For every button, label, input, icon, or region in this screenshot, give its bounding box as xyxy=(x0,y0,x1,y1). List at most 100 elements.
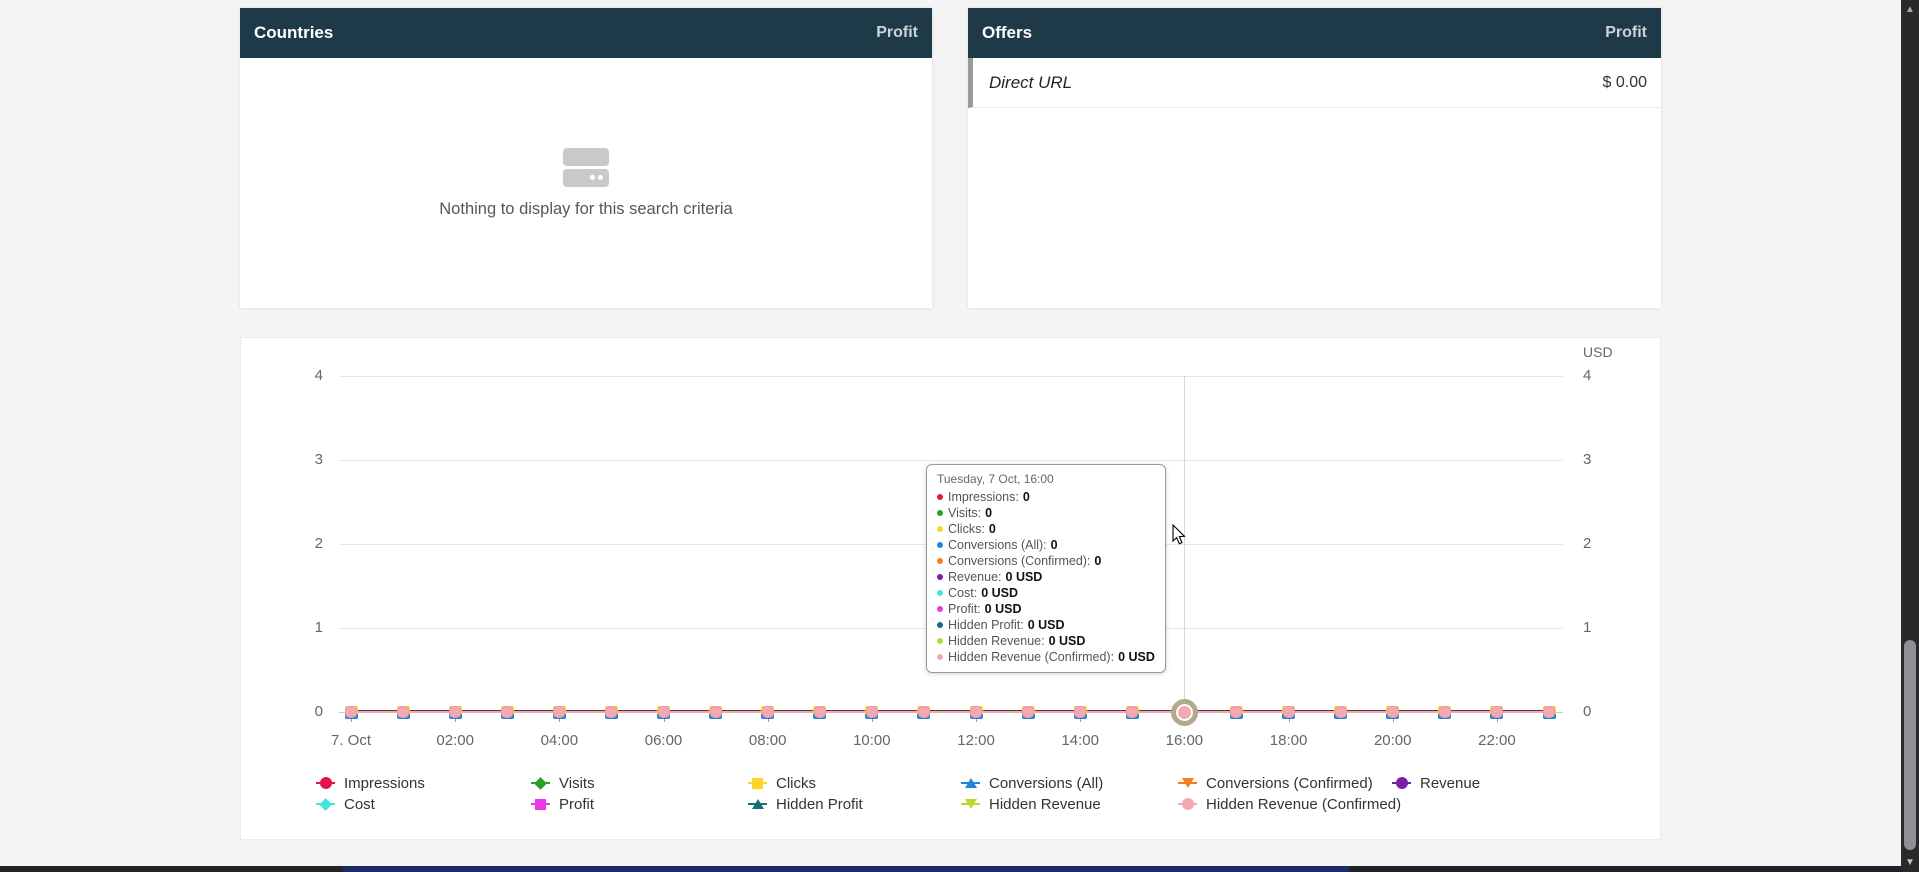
x-axis-label: 18:00 xyxy=(1254,732,1324,749)
tooltip-value: 0 USD xyxy=(1028,617,1065,633)
tooltip-label: Impressions: xyxy=(948,489,1019,505)
taskbar-sliver-blue xyxy=(343,866,1349,872)
legend-marker-circle-icon xyxy=(1392,776,1411,790)
legend-label: Conversions (All) xyxy=(989,775,1103,792)
tooltip-label: Conversions (All): xyxy=(948,537,1047,553)
series-color-dot-icon xyxy=(937,638,943,644)
legend-label: Revenue xyxy=(1420,775,1480,792)
legend-marker-diamond-icon xyxy=(531,776,550,790)
data-point-marker[interactable] xyxy=(709,706,722,719)
offers-title: Offers xyxy=(982,23,1032,43)
tooltip-label: Visits: xyxy=(948,505,981,521)
y-axis-label-left: 0 xyxy=(283,704,323,720)
data-point-marker[interactable] xyxy=(501,706,514,719)
data-point-marker[interactable] xyxy=(1438,706,1451,719)
legend-label: Clicks xyxy=(776,775,816,792)
vertical-scrollbar[interactable]: ▲ ▼ xyxy=(1901,0,1919,872)
y-gridline xyxy=(339,376,1563,377)
offer-row-direct-url[interactable]: Direct URL $ 0.00 xyxy=(968,58,1661,108)
legend-marker-circle-icon xyxy=(1178,797,1197,811)
y-axis-label-right: 2 xyxy=(1583,536,1623,552)
data-point-marker[interactable] xyxy=(553,706,566,719)
series-color-dot-icon xyxy=(937,558,943,564)
legend-item-cost[interactable]: Cost xyxy=(316,795,375,813)
tooltip-row: Conversions (Confirmed):0 xyxy=(937,553,1155,569)
data-point-marker[interactable] xyxy=(1543,706,1556,719)
tooltip-label: Cost: xyxy=(948,585,977,601)
x-axis-label: 16:00 xyxy=(1149,732,1219,749)
series-color-dot-icon xyxy=(937,494,943,500)
tooltip-row: Conversions (All):0 xyxy=(937,537,1155,553)
legend-marker-tri-down-icon xyxy=(1178,776,1197,790)
countries-panel-header: Countries Profit xyxy=(240,8,932,58)
scrollbar-down-icon[interactable]: ▼ xyxy=(1901,857,1919,868)
tooltip-label: Conversions (Confirmed): xyxy=(948,553,1090,569)
tooltip-label: Revenue: xyxy=(948,569,1002,585)
tooltip-value: 0 USD xyxy=(985,601,1022,617)
offer-profit-value: $ 0.00 xyxy=(1603,74,1647,92)
legend-item-hidden-revenue-confirmed[interactable]: Hidden Revenue (Confirmed) xyxy=(1178,795,1401,813)
data-point-marker[interactable] xyxy=(761,706,774,719)
legend-item-visits[interactable]: Visits xyxy=(531,774,595,792)
offers-panel: Offers Profit Direct URL $ 0.00 xyxy=(968,8,1661,308)
tooltip-label: Hidden Revenue (Confirmed): xyxy=(948,649,1114,665)
tooltip-label: Hidden Revenue: xyxy=(948,633,1045,649)
tooltip-value: 0 xyxy=(1094,553,1101,569)
data-point-marker[interactable] xyxy=(813,706,826,719)
data-point-marker[interactable] xyxy=(1126,706,1139,719)
y-axis-label-right: 4 xyxy=(1583,368,1623,384)
scrollbar-up-icon[interactable]: ▲ xyxy=(1901,4,1919,15)
data-point-marker[interactable] xyxy=(865,706,878,719)
legend-item-conversions-confirmed[interactable]: Conversions (Confirmed) xyxy=(1178,774,1373,792)
tooltip-title: Tuesday, 7 Oct, 16:00 xyxy=(937,472,1155,486)
tooltip-value: 0 xyxy=(1051,537,1058,553)
data-point-marker[interactable] xyxy=(345,706,358,719)
data-point-marker[interactable] xyxy=(1230,706,1243,719)
series-color-dot-icon xyxy=(937,622,943,628)
empty-state-text: Nothing to display for this search crite… xyxy=(439,200,732,219)
data-point-marker[interactable] xyxy=(449,706,462,719)
legend-item-hidden-profit[interactable]: Hidden Profit xyxy=(748,795,863,813)
data-point-marker[interactable] xyxy=(1022,706,1035,719)
data-point-marker[interactable] xyxy=(1334,706,1347,719)
y-axis-label-right: 3 xyxy=(1583,452,1623,468)
legend-marker-square-icon xyxy=(748,776,767,790)
data-point-marker[interactable] xyxy=(1386,706,1399,719)
chart-tooltip: Tuesday, 7 Oct, 16:00 Impressions:0Visit… xyxy=(926,464,1166,673)
offers-profit-column-label: Profit xyxy=(1605,24,1647,42)
tooltip-label: Profit: xyxy=(948,601,981,617)
taskbar-sliver-left xyxy=(0,866,343,872)
data-point-marker[interactable] xyxy=(970,706,983,719)
y-axis-label-left: 4 xyxy=(283,368,323,384)
legend-item-revenue[interactable]: Revenue xyxy=(1392,774,1480,792)
legend-marker-tri-up-icon xyxy=(961,776,980,790)
legend-item-conversions-all[interactable]: Conversions (All) xyxy=(961,774,1103,792)
data-point-marker[interactable] xyxy=(1490,706,1503,719)
legend-label: Profit xyxy=(559,796,594,813)
legend-marker-square-icon xyxy=(531,797,550,811)
y-gridline xyxy=(339,460,1563,461)
data-point-marker[interactable] xyxy=(605,706,618,719)
scrollbar-thumb[interactable] xyxy=(1904,640,1916,850)
tooltip-value: 0 USD xyxy=(1049,633,1086,649)
data-point-marker[interactable] xyxy=(397,706,410,719)
legend-item-clicks[interactable]: Clicks xyxy=(748,774,816,792)
legend-marker-circle-icon xyxy=(316,776,335,790)
legend-item-profit[interactable]: Profit xyxy=(531,795,594,813)
legend-item-impressions[interactable]: Impressions xyxy=(316,774,425,792)
data-point-marker[interactable] xyxy=(1074,706,1087,719)
legend-item-hidden-revenue[interactable]: Hidden Revenue xyxy=(961,795,1101,813)
x-axis-label: 7. Oct xyxy=(316,732,386,749)
tooltip-row: Hidden Revenue:0 USD xyxy=(937,633,1155,649)
tooltip-row: Impressions:0 xyxy=(937,489,1155,505)
tooltip-value: 0 xyxy=(985,505,992,521)
data-point-marker[interactable] xyxy=(917,706,930,719)
series-color-dot-icon xyxy=(937,526,943,532)
data-point-marker[interactable] xyxy=(1282,706,1295,719)
data-point-marker-hovered[interactable] xyxy=(1171,699,1198,726)
y-axis-label-left: 2 xyxy=(283,536,323,552)
data-point-marker[interactable] xyxy=(657,706,670,719)
tooltip-value: 0 USD xyxy=(1118,649,1155,665)
legend-label: Hidden Revenue xyxy=(989,796,1101,813)
y-axis-label-right: 0 xyxy=(1583,704,1623,720)
